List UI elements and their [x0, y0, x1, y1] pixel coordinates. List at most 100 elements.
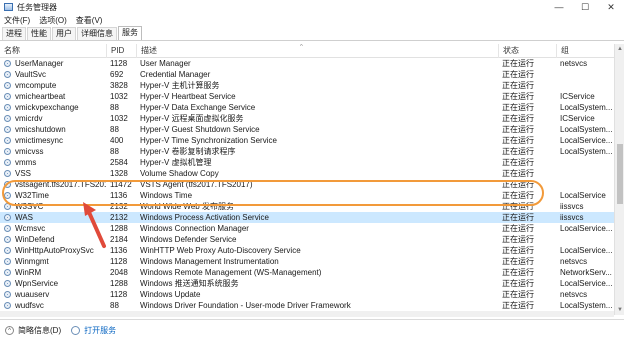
table-row[interactable]: WpnService 1288 Windows 推送通知系统服务 正在运行 LocalS… — [0, 278, 614, 289]
maximize-button[interactable]: ☐ — [572, 0, 598, 14]
service-group: iissvcs — [560, 213, 584, 222]
table-row[interactable]: Winmgmt 1128 Windows Management Instrument… — [0, 256, 614, 267]
service-status: 正在运行 — [502, 103, 534, 112]
table-row[interactable]: WinDefend 2184 Windows Defender Service 正在运… — [0, 234, 614, 245]
service-name: vmicrdv — [15, 114, 43, 123]
task-manager-icon — [4, 3, 13, 11]
service-group: LocalService... — [560, 136, 613, 145]
scroll-thumb[interactable] — [617, 144, 623, 204]
menu-view[interactable]: 查看(V) — [76, 15, 103, 26]
table-row[interactable]: vmickvpexchange 88 Hyper-V Data Exchange S… — [0, 102, 614, 113]
scroll-down-icon[interactable]: ▼ — [615, 305, 624, 315]
table-row[interactable]: UserManager 1128 User Manager 正在运行 netsvcs — [0, 58, 614, 69]
menu-bar: 文件(F) 选项(O) 查看(V) — [0, 14, 624, 27]
service-name: WAS — [15, 213, 33, 222]
service-group — [556, 69, 614, 80]
service-status: 正在运行 — [502, 59, 534, 68]
service-status: 正在运行 — [502, 158, 534, 167]
service-name: vmicheartbeat — [15, 92, 66, 101]
service-description: Hyper-V 卷影复制请求程序 — [140, 147, 236, 156]
status-bar: ^ 简略信息(D) 打开服务 — [0, 319, 624, 341]
table-row[interactable]: vstsagent.tfs2017.TFS2017 11472 VSTS Agent… — [0, 179, 614, 190]
open-services-link[interactable]: 打开服务 — [84, 325, 116, 336]
column-header-group[interactable]: 组 — [556, 44, 614, 58]
service-name: UserManager — [15, 59, 64, 68]
service-pid: 2132 — [110, 213, 128, 222]
service-pid: 1032 — [110, 92, 128, 101]
column-header-status[interactable]: 状态 — [498, 44, 556, 58]
service-description: Hyper-V Time Synchronization Service — [140, 136, 277, 145]
close-button[interactable]: ✕ — [598, 0, 624, 14]
service-group — [556, 234, 614, 245]
table-row[interactable]: W3SVC 2132 World Wide Web 发布服务 正在运行 iissvcs — [0, 201, 614, 212]
service-status: 正在运行 — [502, 224, 534, 233]
service-pid: 2132 — [110, 202, 128, 211]
minimize-button[interactable]: — — [546, 0, 572, 14]
tab-users[interactable]: 用户 — [52, 27, 76, 40]
scroll-up-icon[interactable]: ▲ — [615, 44, 624, 54]
horizontal-scrollbar[interactable] — [0, 311, 614, 317]
service-group: netsvcs — [560, 290, 588, 299]
service-pid: 1288 — [110, 279, 128, 288]
service-pid: 400 — [110, 136, 124, 145]
menu-file[interactable]: 文件(F) — [4, 15, 30, 26]
table-row[interactable]: vmms 2584 Hyper-V 虚拟机管理 正在运行 — [0, 157, 614, 168]
service-name: WinHttpAutoProxySvc — [15, 246, 94, 255]
table-row[interactable]: WinRM 2048 Windows Remote Management (WS-M… — [0, 267, 614, 278]
service-status: 正在运行 — [502, 290, 534, 299]
window-title: 任务管理器 — [17, 2, 57, 12]
service-description: Windows Update — [140, 290, 201, 299]
column-header-pid[interactable]: PID — [106, 44, 136, 58]
table-row[interactable]: vmicrdv 1032 Hyper-V 远程桌面虚拟化服务 正在运行 ICServic… — [0, 113, 614, 124]
service-name: Wcmsvc — [15, 224, 46, 233]
table-row[interactable]: vmicvss 88 Hyper-V 卷影复制请求程序 正在运行 LocalSystem… — [0, 146, 614, 157]
service-description: Windows 推送通知系统服务 — [140, 279, 239, 288]
table-row[interactable]: VSS 1328 Volume Shadow Copy 正在运行 — [0, 168, 614, 179]
column-header-name[interactable]: 名称 — [0, 44, 106, 58]
service-description: Windows Defender Service — [140, 235, 237, 244]
menu-options[interactable]: 选项(O) — [39, 15, 67, 26]
service-description: VSTS Agent (tfs2017.TFS2017) — [140, 180, 253, 189]
service-pid: 2584 — [110, 158, 128, 167]
service-name: VaultSvc — [15, 70, 46, 79]
tab-performance[interactable]: 性能 — [27, 27, 51, 40]
tab-details[interactable]: 详细信息 — [77, 27, 117, 40]
tab-bar: 进程 性能 用户 详细信息 服务 — [0, 26, 624, 41]
column-header-description[interactable]: 描述 — [136, 44, 498, 58]
service-description: Hyper-V Data Exchange Service — [140, 103, 256, 112]
table-row[interactable]: VaultSvc 692 Credential Manager 正在运行 — [0, 69, 614, 80]
chevron-up-icon[interactable]: ^ — [5, 326, 14, 335]
service-name: vmickvpexchange — [15, 103, 79, 112]
service-status: 正在运行 — [502, 202, 534, 211]
service-group: LocalService... — [560, 224, 613, 233]
service-description: Windows Time — [140, 191, 193, 200]
table-row[interactable]: wudfsvc 88 Windows Driver Foundation - Use… — [0, 300, 614, 311]
service-pid: 88 — [110, 125, 119, 134]
tab-processes[interactable]: 进程 — [2, 27, 26, 40]
service-status: 正在运行 — [502, 301, 534, 310]
service-pid: 1128 — [110, 290, 128, 299]
service-group: netsvcs — [560, 59, 588, 68]
fewer-details-link[interactable]: 简略信息(D) — [18, 325, 61, 336]
service-group: LocalSystem... — [560, 125, 613, 134]
table-row[interactable]: W32Time 1136 Windows Time 正在运行 LocalService — [0, 190, 614, 201]
service-status: 正在运行 — [502, 125, 534, 134]
service-name: wudfsvc — [15, 301, 44, 310]
table-row[interactable]: vmicshutdown 88 Hyper-V Guest Shutdown Ser… — [0, 124, 614, 135]
service-description: WinHTTP Web Proxy Auto-Discovery Service — [140, 246, 301, 255]
table-row[interactable]: wuauserv 1128 Windows Update 正在运行 netsvcs — [0, 289, 614, 300]
service-pid: 3828 — [110, 81, 128, 90]
service-description: User Manager — [140, 59, 191, 68]
service-status: 正在运行 — [502, 81, 534, 90]
service-status: 正在运行 — [502, 169, 534, 178]
table-row[interactable]: WinHttpAutoProxySvc 1136 WinHTTP Web Proxy… — [0, 245, 614, 256]
tab-services[interactable]: 服务 — [118, 26, 142, 40]
table-row[interactable]: vmicheartbeat 1032 Hyper-V Heartbeat Servi… — [0, 91, 614, 102]
table-row[interactable]: Wcmsvc 1288 Windows Connection Manager 正在运行… — [0, 223, 614, 234]
service-group: iissvcs — [560, 202, 584, 211]
table-row[interactable]: WAS 2132 Windows Process Activation Servic… — [0, 212, 614, 223]
service-group: LocalService... — [560, 246, 613, 255]
table-row[interactable]: vmictimesync 400 Hyper-V Time Synchronizat… — [0, 135, 614, 146]
table-row[interactable]: vmcompute 3828 Hyper-V 主机计算服务 正在运行 — [0, 80, 614, 91]
vertical-scrollbar[interactable]: ▲ ▼ — [614, 44, 624, 315]
